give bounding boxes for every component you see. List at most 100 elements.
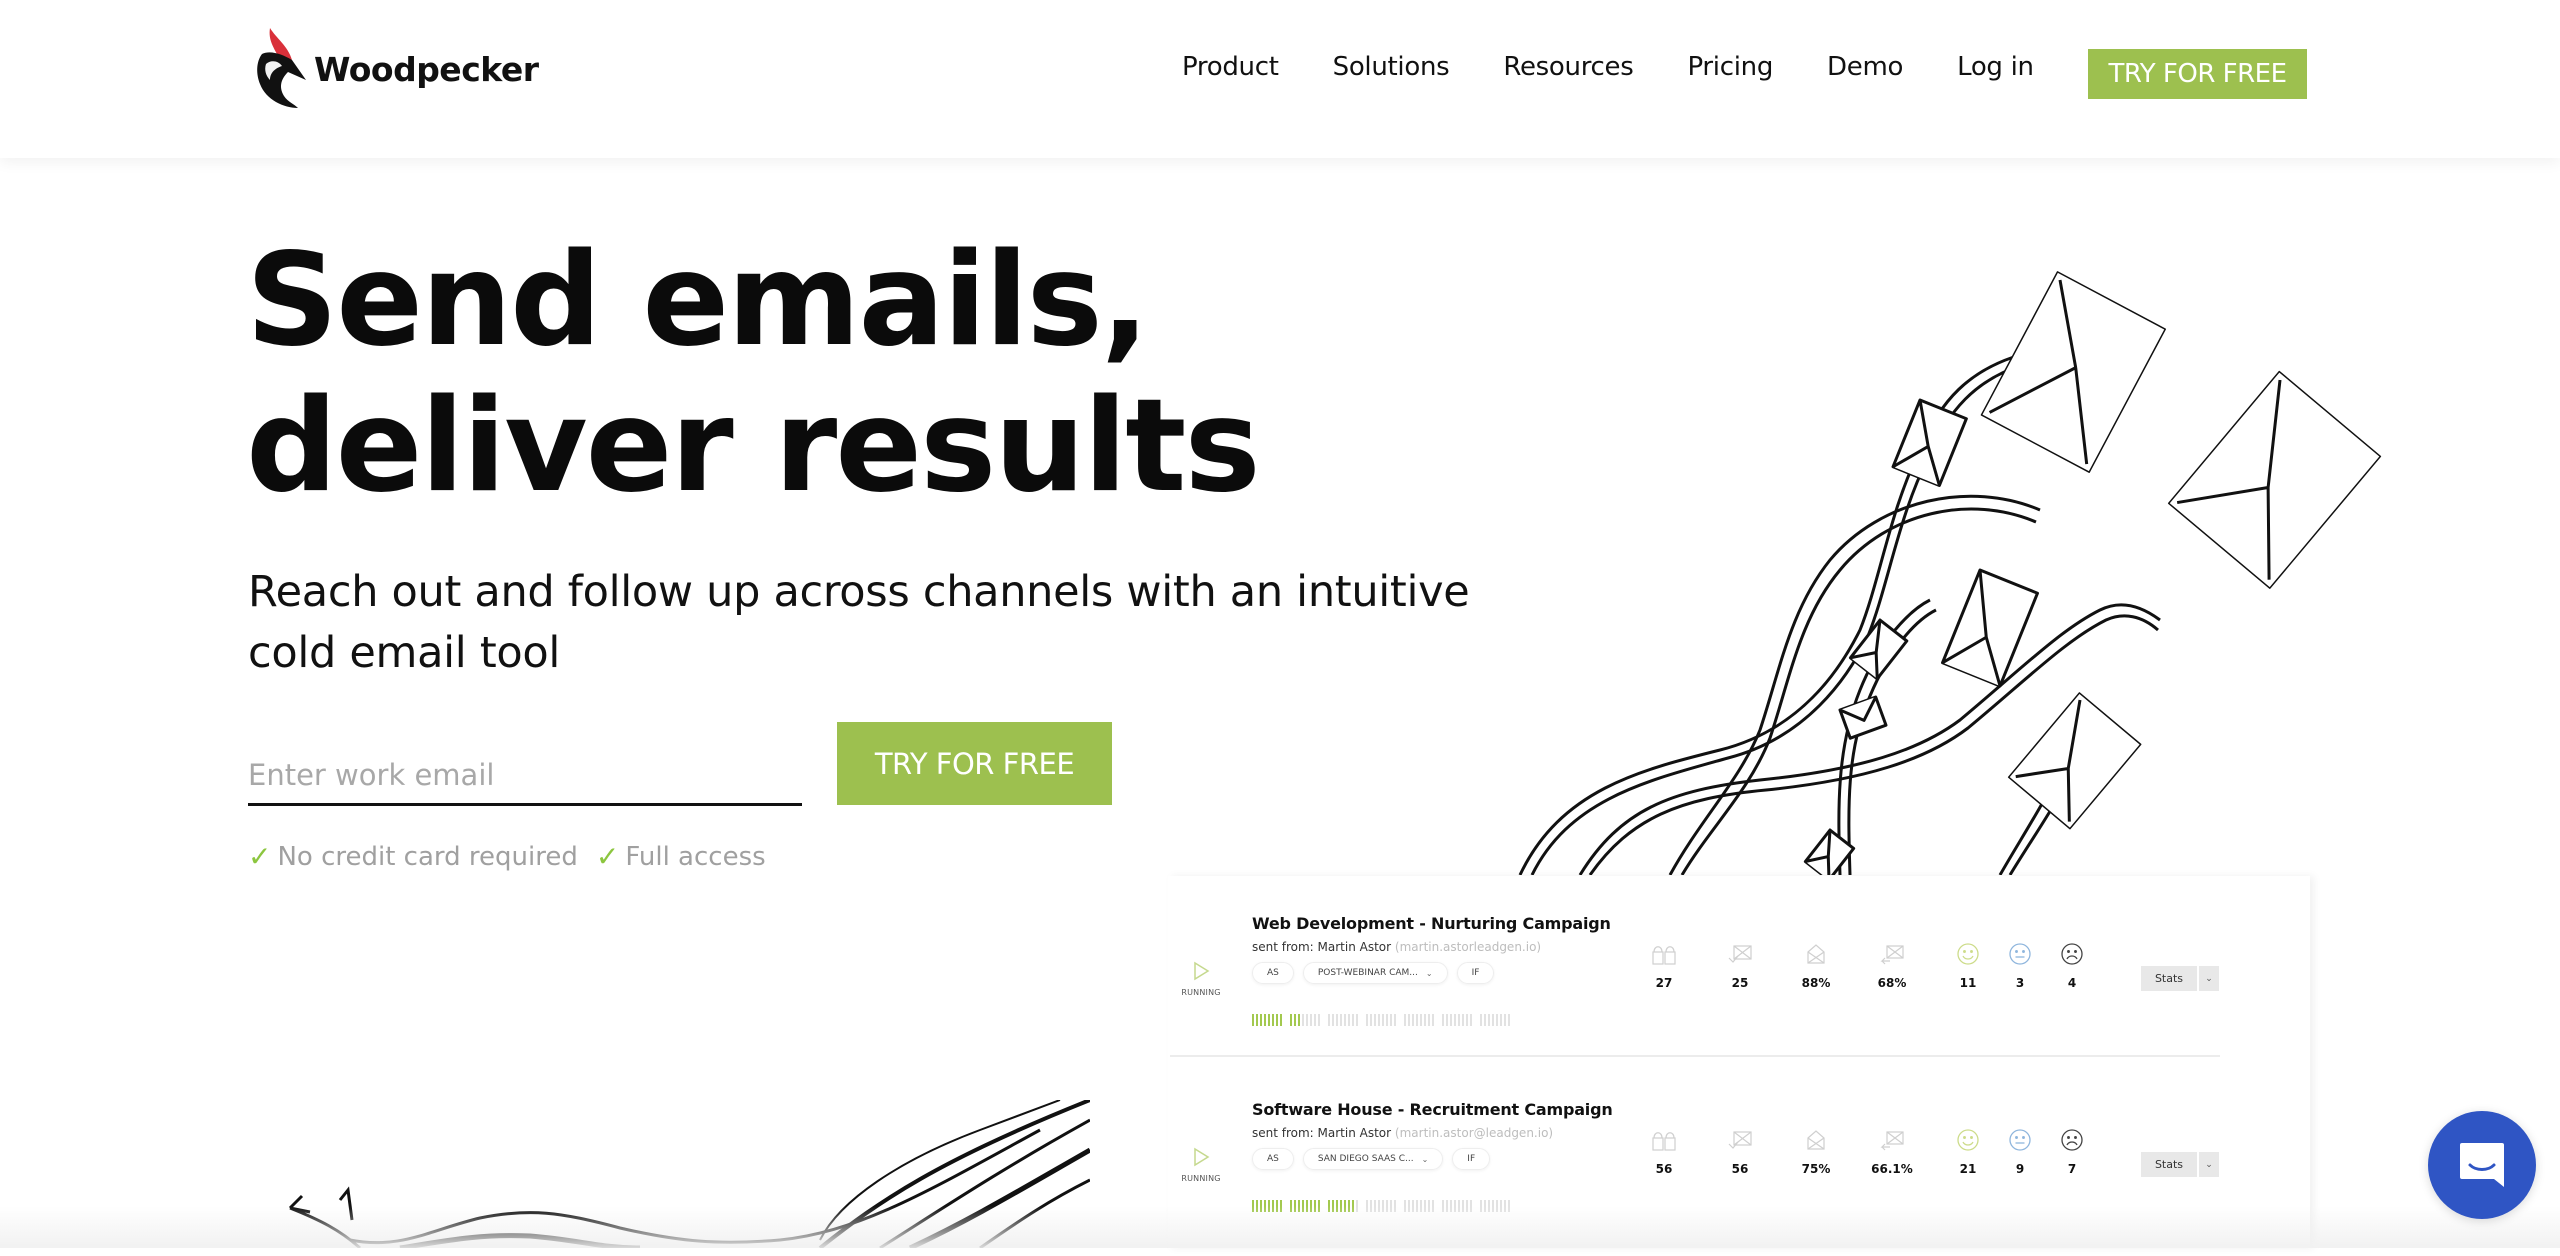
chat-launcher-button[interactable] bbox=[2428, 1111, 2536, 1219]
stats-button[interactable]: Stats bbox=[2141, 1152, 2197, 1177]
chevron-down-icon: ⌄ bbox=[1421, 1154, 1429, 1164]
stats-button[interactable]: Stats bbox=[2141, 966, 2197, 991]
progress-tick bbox=[1298, 1014, 1300, 1026]
chip-as[interactable]: AS bbox=[1252, 1148, 1294, 1170]
campaign-row[interactable]: RUNNING Web Development - Nurturing Camp… bbox=[1168, 890, 2310, 1070]
progress-tick bbox=[1470, 1200, 1472, 1212]
brand-name: Woodpecker bbox=[314, 49, 539, 89]
campaign-sender: sent from: Martin Astor (martin.astorlea… bbox=[1252, 940, 1541, 954]
campaign-divider bbox=[1170, 1055, 2220, 1057]
progress-tick bbox=[1450, 1014, 1452, 1026]
hero-try-free-button[interactable]: TRY FOR FREE bbox=[837, 722, 1112, 805]
progress-tick bbox=[1416, 1200, 1418, 1212]
nav-resources[interactable]: Resources bbox=[1503, 52, 1633, 82]
nav-solutions[interactable]: Solutions bbox=[1333, 52, 1450, 82]
stat-replied: 68% bbox=[1862, 942, 1922, 990]
progress-segment bbox=[1290, 1200, 1322, 1212]
campaign-row[interactable]: RUNNING Software House - Recruitment Cam… bbox=[1168, 1076, 2310, 1256]
stat-value: 11 bbox=[1959, 976, 1977, 990]
progress-tick bbox=[1272, 1200, 1274, 1212]
main-nav: Product Solutions Resources Pricing Demo… bbox=[1182, 52, 2088, 82]
progress-tick bbox=[1328, 1200, 1330, 1212]
chip-campaign-select[interactable]: POST-WEBINAR CAM... ⌄ bbox=[1302, 962, 1448, 984]
progress-tick bbox=[1318, 1200, 1320, 1212]
progress-tick bbox=[1298, 1200, 1300, 1212]
delivered-envelope-icon bbox=[1728, 1131, 1752, 1149]
progress-tick bbox=[1394, 1014, 1396, 1026]
stat-value: 9 bbox=[2015, 1162, 2025, 1176]
stat-value: 88% bbox=[1801, 976, 1831, 990]
progress-tick bbox=[1340, 1014, 1342, 1026]
work-email-input[interactable] bbox=[248, 746, 802, 806]
chip-as[interactable]: AS bbox=[1252, 962, 1294, 984]
sad-face-icon bbox=[2061, 1129, 2083, 1151]
stat-value: 56 bbox=[1731, 1162, 1749, 1176]
progress-segment bbox=[1480, 1014, 1512, 1026]
stat-not-interested: 4 bbox=[2042, 942, 2102, 990]
check-icon: ✓ bbox=[595, 840, 620, 873]
progress-tick bbox=[1458, 1014, 1460, 1026]
status-label: RUNNING bbox=[1181, 988, 1221, 997]
progress-tick bbox=[1424, 1200, 1426, 1212]
header-try-free-button[interactable]: TRY FOR FREE bbox=[2088, 49, 2307, 99]
chip-label: SAN DIEGO SAAS C... bbox=[1317, 1154, 1414, 1164]
campaigns-panel: RUNNING Web Development - Nurturing Camp… bbox=[1168, 876, 2310, 1248]
stats-dropdown-toggle[interactable]: ⌄ bbox=[2199, 1152, 2219, 1177]
progress-tick bbox=[1412, 1200, 1414, 1212]
stat-value: 3 bbox=[2015, 976, 2025, 990]
nav-pricing[interactable]: Pricing bbox=[1687, 52, 1773, 82]
campaign-chips: AS SAN DIEGO SAAS C... ⌄ IF bbox=[1252, 1148, 1499, 1170]
progress-tick bbox=[1500, 1200, 1502, 1212]
progress-tick bbox=[1394, 1200, 1396, 1212]
progress-tick bbox=[1256, 1200, 1258, 1212]
campaign-chips: AS POST-WEBINAR CAM... ⌄ IF bbox=[1252, 962, 1503, 984]
progress-segment bbox=[1442, 1014, 1474, 1026]
progress-tick bbox=[1466, 1200, 1468, 1212]
progress-tick bbox=[1442, 1014, 1444, 1026]
stat-value: 25 bbox=[1731, 976, 1749, 990]
chip-campaign-select[interactable]: SAN DIEGO SAAS C... ⌄ bbox=[1302, 1148, 1444, 1170]
chevron-down-icon: ⌄ bbox=[1425, 968, 1433, 978]
nav-login[interactable]: Log in bbox=[1957, 52, 2034, 82]
campaign-status[interactable]: RUNNING bbox=[1176, 1146, 1226, 1183]
progress-tick bbox=[1488, 1200, 1490, 1212]
progress-tick bbox=[1432, 1200, 1434, 1212]
campaign-title[interactable]: Web Development - Nurturing Campaign bbox=[1252, 914, 1611, 933]
chip-if[interactable]: IF bbox=[1456, 962, 1495, 984]
progress-segment bbox=[1290, 1014, 1322, 1026]
nav-demo[interactable]: Demo bbox=[1827, 52, 1903, 82]
sender-email: (martin.astor@leadgen.io) bbox=[1394, 1126, 1554, 1140]
status-label: RUNNING bbox=[1181, 1174, 1221, 1183]
logo[interactable]: Woodpecker bbox=[248, 24, 539, 110]
sender-name: sent from: Martin Astor bbox=[1252, 1126, 1392, 1140]
stat-value: 21 bbox=[1959, 1162, 1977, 1176]
progress-tick bbox=[1310, 1014, 1312, 1026]
progress-tick bbox=[1366, 1200, 1368, 1212]
progress-tick bbox=[1374, 1200, 1376, 1212]
progress-tick bbox=[1340, 1200, 1342, 1212]
progress-tick bbox=[1344, 1014, 1346, 1026]
neutral-face-icon bbox=[2009, 943, 2031, 965]
campaign-title[interactable]: Software House - Recruitment Campaign bbox=[1252, 1100, 1613, 1119]
progress-tick bbox=[1348, 1014, 1350, 1026]
progress-tick bbox=[1280, 1200, 1282, 1212]
hero-title-line2: deliver results bbox=[246, 372, 1261, 521]
stats-dropdown-toggle[interactable]: ⌄ bbox=[2199, 966, 2219, 991]
progress-tick bbox=[1382, 1200, 1384, 1212]
hero-subtitle: Reach out and follow up across channels … bbox=[248, 567, 1470, 678]
progress-tick bbox=[1318, 1014, 1320, 1026]
progress-segment bbox=[1252, 1200, 1284, 1212]
chip-label: POST-WEBINAR CAM... bbox=[1317, 968, 1418, 978]
play-icon bbox=[1194, 961, 1210, 981]
progress-segment bbox=[1252, 1014, 1284, 1026]
prospects-icon bbox=[1652, 1132, 1676, 1151]
progress-tick bbox=[1256, 1014, 1258, 1026]
sad-face-icon bbox=[2061, 943, 2083, 965]
campaign-status[interactable]: RUNNING bbox=[1176, 960, 1226, 997]
nav-product[interactable]: Product bbox=[1182, 52, 1279, 82]
progress-tick bbox=[1252, 1014, 1254, 1026]
progress-segment bbox=[1480, 1200, 1512, 1212]
chevron-down-icon: ⌄ bbox=[2205, 973, 2213, 984]
chip-if[interactable]: IF bbox=[1452, 1148, 1491, 1170]
progress-tick bbox=[1492, 1014, 1494, 1026]
